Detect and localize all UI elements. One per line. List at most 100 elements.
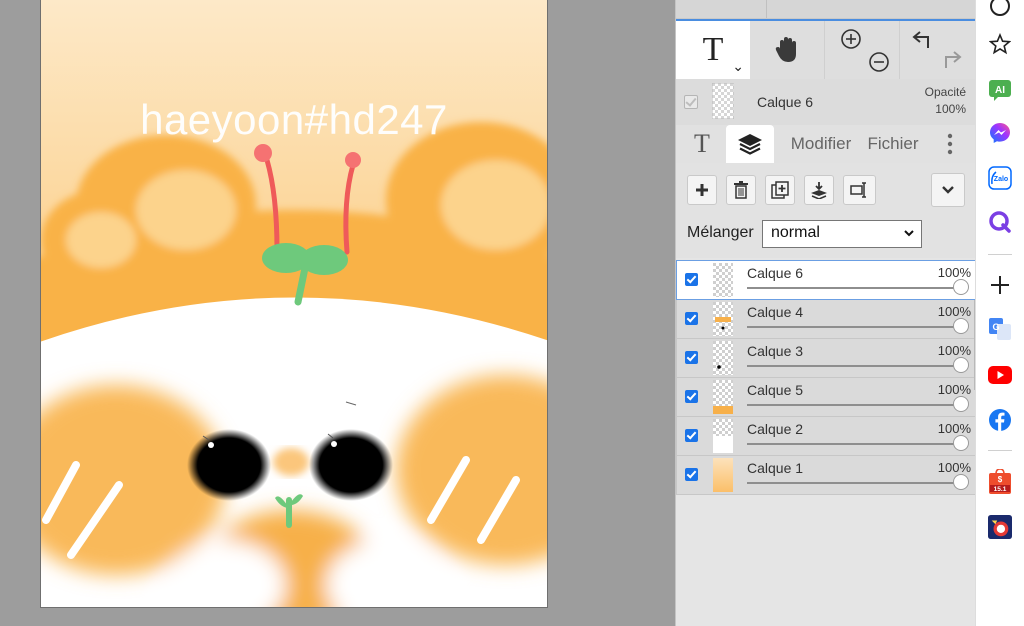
layer-opacity-slider-handle[interactable]: [953, 318, 969, 334]
layer-opacity-value: 100%: [937, 343, 971, 358]
layer-name: Calque 4: [747, 304, 804, 320]
tab-modifier[interactable]: Modifier: [782, 125, 860, 163]
layer-name: Calque 6: [747, 265, 804, 281]
layer-opacity-slider[interactable]: [747, 365, 961, 367]
current-layer-name: Calque 6: [757, 94, 814, 110]
layer-visibility-checkbox[interactable]: [685, 429, 698, 442]
layer-name: Calque 1: [747, 460, 804, 476]
chevron-down-icon: [904, 230, 914, 237]
layer-opacity-slider[interactable]: [747, 482, 961, 484]
redo-icon[interactable]: [945, 51, 962, 68]
layers-icon: [738, 134, 762, 155]
chevron-down-icon[interactable]: ⌄: [732, 59, 744, 75]
layer-opacity-value: 100%: [937, 421, 971, 436]
layer-visibility-checkbox[interactable]: [685, 390, 698, 403]
zoom-out-icon[interactable]: [868, 52, 889, 72]
layer-name: Calque 2: [747, 421, 804, 437]
delete-icon: [734, 181, 748, 199]
current-layer-thumbnail: [712, 83, 734, 119]
add-icon: [696, 184, 708, 196]
tab-text[interactable]: T: [682, 125, 722, 163]
layer-opacity-value: 100%: [937, 265, 971, 280]
canvas-workspace[interactable]: haeyoon#hd247: [0, 0, 675, 626]
opacity-value: 100%: [935, 102, 966, 116]
current-layer-info: Calque 6 Opacité 100%: [676, 79, 976, 125]
layer-row[interactable]: Calque 5 100%: [676, 378, 976, 417]
shopee-icon[interactable]: $15.1: [988, 469, 1012, 494]
layer-opacity-value: 100%: [937, 304, 971, 319]
svg-text:15.1: 15.1: [994, 486, 1007, 493]
tab-layers[interactable]: [726, 125, 774, 163]
layer-row[interactable]: Calque 4 100%: [676, 300, 976, 339]
rename-layer-button[interactable]: [843, 175, 876, 205]
duplicate-icon: [771, 181, 789, 199]
layer-opacity-slider-handle[interactable]: [953, 474, 969, 490]
hand-tool-button[interactable]: [751, 21, 825, 79]
undo-redo-group: [901, 21, 975, 79]
layer-opacity-slider[interactable]: [747, 287, 961, 289]
layer-row[interactable]: Calque 1 100%: [676, 456, 976, 495]
facebook-icon[interactable]: [988, 408, 1012, 432]
layer-row[interactable]: Calque 3 100%: [676, 339, 976, 378]
star-bookmark-icon[interactable]: [988, 32, 1012, 56]
layer-visibility-checkbox[interactable]: [685, 351, 698, 364]
google-translate-icon[interactable]: G: [988, 317, 1012, 341]
layer-visibility-checkbox[interactable]: [685, 468, 698, 481]
svg-text:AI: AI: [995, 85, 1005, 96]
layer-list: Calque 6 100% Calque 4 100% Calque 3 100% Calq…: [676, 260, 976, 495]
layer-row[interactable]: Calque 2 100%: [676, 417, 976, 456]
layer-opacity-slider-handle[interactable]: [953, 435, 969, 451]
artwork-illustration: [41, 0, 547, 607]
q-extension-icon[interactable]: [988, 210, 1012, 234]
zoom-tool-button[interactable]: [826, 21, 900, 79]
layer-name: Calque 3: [747, 343, 804, 359]
tab-fichier[interactable]: Fichier: [864, 125, 922, 163]
svg-text:Zalo: Zalo: [994, 176, 1008, 183]
layer-opacity-value: 100%: [937, 382, 971, 397]
text-tool-button[interactable]: T ⌄: [676, 21, 750, 79]
text-tool-label: T: [702, 31, 724, 68]
panel-tabs: T Modifier Fichier: [676, 125, 976, 163]
layer-opacity-slider[interactable]: [747, 443, 961, 445]
artwork-canvas[interactable]: haeyoon#hd247: [40, 0, 548, 608]
zalo-icon[interactable]: Zalo: [988, 166, 1012, 190]
rename-icon: [849, 182, 866, 198]
layers-menu-button[interactable]: [931, 173, 965, 207]
layer-thumbnail: [713, 458, 733, 492]
blend-mode-select[interactable]: normal: [762, 220, 922, 248]
layer-row[interactable]: Calque 6 100%: [676, 260, 976, 300]
layer-visibility-checkbox[interactable]: [685, 312, 698, 325]
undo-icon[interactable]: [912, 31, 929, 48]
delete-layer-button[interactable]: [726, 175, 756, 205]
messenger-icon[interactable]: [988, 121, 1012, 145]
layer-opacity-slider-handle[interactable]: [953, 396, 969, 412]
layer-opacity-slider[interactable]: [747, 404, 961, 406]
layer-thumbnail: [713, 263, 733, 297]
layer-opacity-slider-handle[interactable]: [953, 357, 969, 373]
layer-visibility-checkbox[interactable]: [685, 273, 698, 286]
layer-opacity-slider-handle[interactable]: [953, 279, 969, 295]
more-vertical-icon[interactable]: [938, 125, 962, 163]
svg-text:$: $: [998, 475, 1003, 484]
merge-down-button[interactable]: [804, 175, 834, 205]
current-layer-checkbox[interactable]: [684, 95, 698, 109]
duplicate-layer-button[interactable]: [765, 175, 795, 205]
plus-icon[interactable]: [988, 273, 1012, 297]
panel-top-strip: [676, 0, 976, 19]
merge-down-icon: [811, 182, 827, 199]
layer-thumbnail: [713, 419, 733, 453]
game-extension-icon[interactable]: [988, 515, 1012, 539]
tool-row: T ⌄: [676, 19, 976, 79]
circle-extension-icon[interactable]: [988, 0, 1012, 18]
layer-thumbnail: [713, 380, 733, 414]
zoom-in-icon[interactable]: [840, 29, 861, 49]
add-layer-button[interactable]: [687, 175, 717, 205]
editor-side-panel: T ⌄ Calque 6 Opacité 100% T Modifier Fic…: [675, 0, 977, 626]
youtube-icon[interactable]: [988, 363, 1012, 387]
ai-extension-icon[interactable]: AI: [988, 78, 1012, 102]
svg-text:G: G: [992, 322, 999, 332]
extension-separator: [988, 254, 1012, 255]
layer-opacity-slider[interactable]: [747, 326, 961, 328]
watermark-text: haeyoon#hd247: [140, 96, 448, 143]
chevron-down-icon: [942, 186, 954, 194]
